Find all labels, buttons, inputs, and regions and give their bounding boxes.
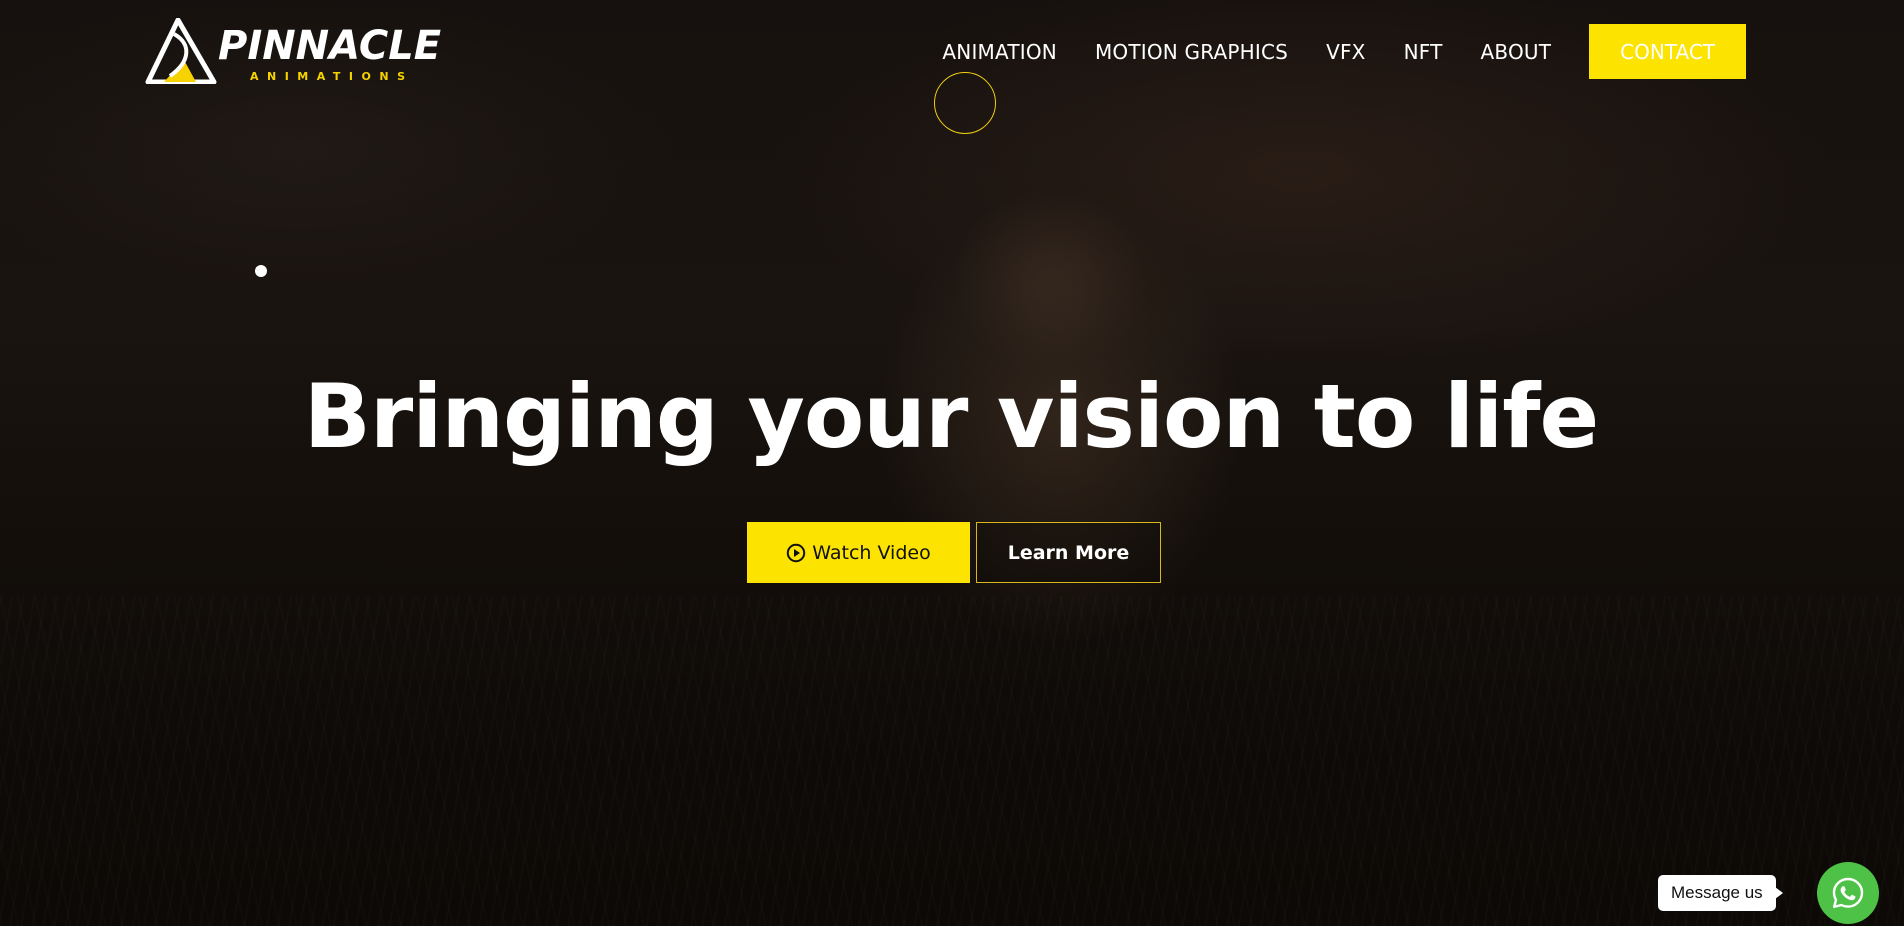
message-us-bubble[interactable]: Message us <box>1658 875 1783 911</box>
nav-item-animation[interactable]: ANIMATION <box>942 40 1057 64</box>
background-grass <box>0 596 1904 926</box>
learn-more-button[interactable]: Learn More <box>976 522 1161 583</box>
hero-actions: Watch Video Learn More <box>747 522 1161 583</box>
nav-item-vfx[interactable]: VFX <box>1326 40 1366 64</box>
hero-section: PINNACLE ANIMATIONS ANIMATION MOTION GRA… <box>0 0 1904 926</box>
watch-video-label: Watch Video <box>812 541 931 564</box>
brand-name: PINNACLE <box>218 23 442 69</box>
play-circle-icon <box>787 543 806 562</box>
nav-item-nft[interactable]: NFT <box>1404 40 1443 64</box>
contact-button[interactable]: CONTACT <box>1589 24 1746 79</box>
main-nav: ANIMATION MOTION GRAPHICS VFX NFT ABOUT … <box>942 24 1746 79</box>
whatsapp-icon <box>1832 877 1864 908</box>
cursor-ring <box>934 72 996 134</box>
pinnacle-logo-icon <box>145 18 217 84</box>
cursor-dot <box>255 265 267 277</box>
whatsapp-button[interactable] <box>1817 862 1879 924</box>
brand-tagline: ANIMATIONS <box>250 70 414 83</box>
hero-headline: Bringing your vision to life <box>303 365 1600 468</box>
nav-item-motion-graphics[interactable]: MOTION GRAPHICS <box>1095 40 1288 64</box>
nav-item-about[interactable]: ABOUT <box>1481 40 1552 64</box>
brand-logo[interactable]: PINNACLE ANIMATIONS <box>144 18 464 84</box>
watch-video-button[interactable]: Watch Video <box>747 522 970 583</box>
